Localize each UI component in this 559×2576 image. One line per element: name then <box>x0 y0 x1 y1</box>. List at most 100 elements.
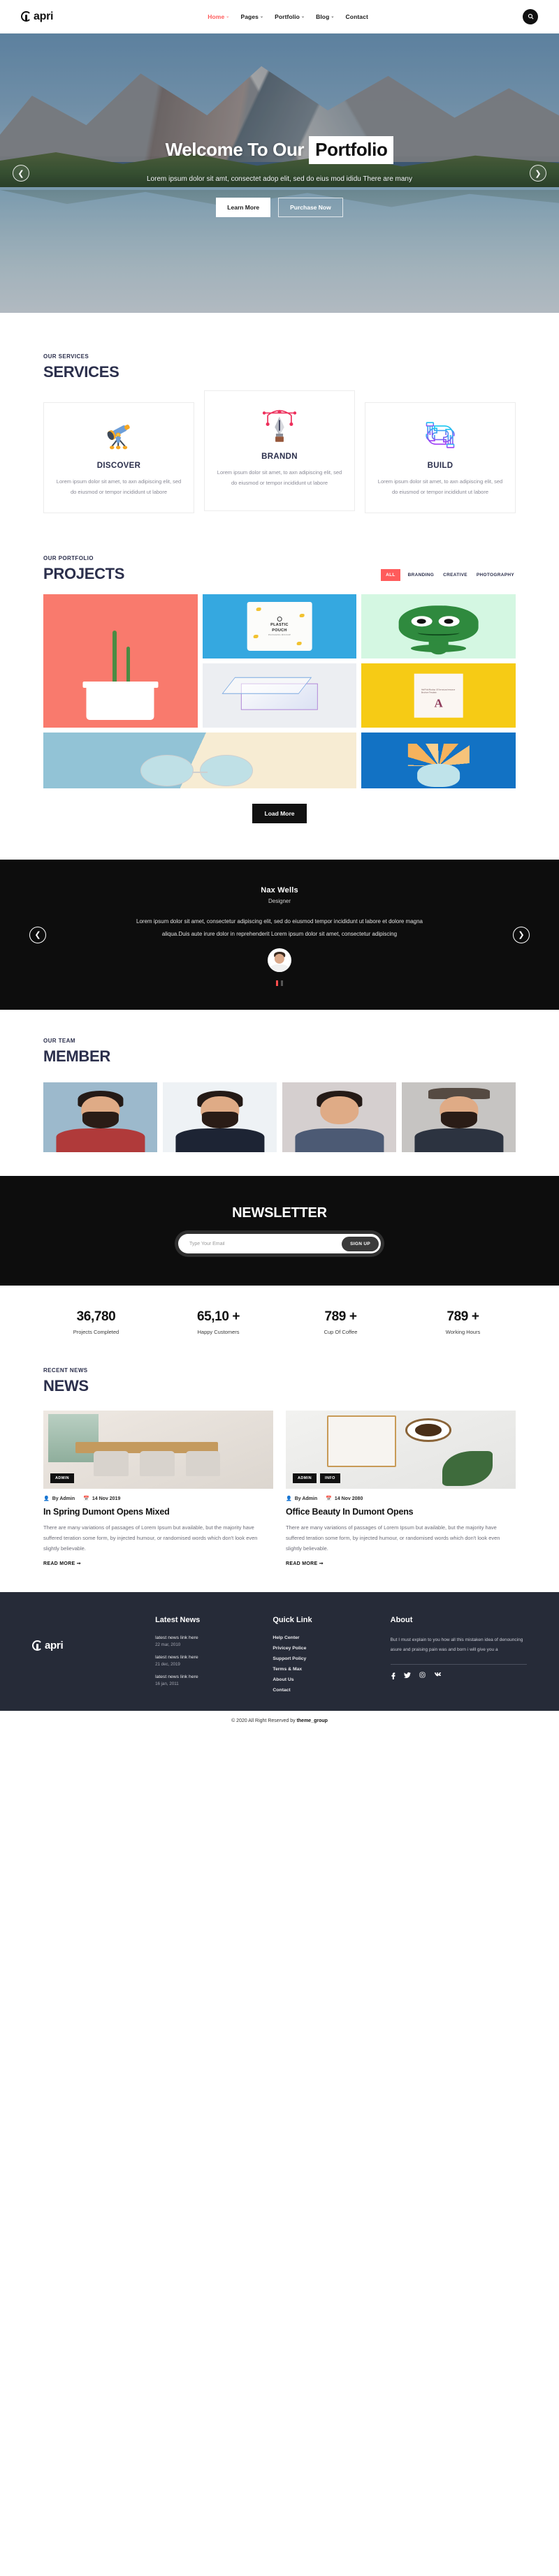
news-meta-1: 👤 By Admin 📅 14 Nov 2019 <box>43 1496 273 1502</box>
filter-creative[interactable]: CREATIVE <box>442 569 469 581</box>
news-author-1: 👤 By Admin <box>43 1496 75 1502</box>
footer-news-item-1[interactable]: latest news link here 22 mar, 2010 <box>155 1635 264 1647</box>
vk-icon[interactable] <box>434 1672 442 1679</box>
search-icon[interactable] <box>523 8 538 24</box>
counter-happy-customers: 65,10 + Happy Customers <box>157 1309 280 1335</box>
portfolio-item-green-monster[interactable] <box>361 594 516 658</box>
filter-photography[interactable]: PHOTOGRAPHY <box>475 569 516 581</box>
logo-mark-icon <box>21 11 31 22</box>
news-headline-2: Office Beauty In Dumont Opens <box>286 1507 414 1517</box>
footer-news-title: latest news link here <box>155 1635 198 1641</box>
newsletter-form: SIGN UP <box>178 1234 381 1254</box>
team-member-1[interactable] <box>43 1082 157 1153</box>
twitter-icon[interactable] <box>403 1672 411 1679</box>
facebook-icon[interactable] <box>391 1672 395 1679</box>
footer-link-terms-max[interactable]: Terms & Max <box>273 1667 382 1672</box>
counter-value: 789 + <box>447 1309 479 1325</box>
footer-news-item-2[interactable]: latest news link here 21 dec, 2019 <box>155 1655 264 1667</box>
projects-heading-block: OUR PORTFOLIO PROJECTS <box>43 555 124 583</box>
news-author-label: By Admin <box>52 1496 75 1501</box>
nav-item-portfolio[interactable]: Portfolio ⌄ <box>275 13 305 20</box>
testimonial-section: ❮ ❯ Nax Wells Designer Lorem ipsum dolor… <box>0 860 559 1010</box>
footer-news-date: 16 jan, 2011 <box>155 1681 179 1687</box>
footer-news-item-3[interactable]: latest news link here 16 jan, 2011 <box>155 1675 264 1686</box>
pouch-package: PLASTIC POUCH PACKAGING MOCKUP <box>247 602 312 651</box>
footer-social-links <box>391 1672 527 1679</box>
service-card-build[interactable]: BUILD Lorem ipsum dolor sit amet, to axn… <box>365 402 516 513</box>
footer-about-text: But I must explain to you how all this m… <box>390 1637 523 1653</box>
counter-value: 65,10 + <box>196 1309 240 1325</box>
news-card-1[interactable]: ADMIN 👤 By Admin 📅 14 Nov 2019 In Spring… <box>43 1411 273 1568</box>
nav-item-home[interactable]: Home ⌄ <box>208 13 229 20</box>
nav-item-pages[interactable]: Pages ⌄ <box>240 13 263 20</box>
portfolio-item-round-sunglasses[interactable] <box>43 733 357 788</box>
portfolio-item-blue-pineapple[interactable] <box>361 733 516 788</box>
portfolio-item-letter-a-brochure[interactable]: Half Fold Mockup US format psd resource … <box>361 663 516 728</box>
calendar-icon: 📅 <box>83 1496 89 1502</box>
counter-value: 789 + <box>324 1309 357 1325</box>
news-card-2[interactable]: ADMIN INFO 👤 By Admin 📅 14 Nov 2080 Offi… <box>286 1411 516 1568</box>
filter-all[interactable]: ALL <box>381 569 400 581</box>
portfolio-item-glass-cube[interactable] <box>202 663 357 728</box>
copyright-bar: © 2020 All Right Reserved by theme_group <box>0 1711 559 1732</box>
purchase-now-button[interactable]: Purchase Now <box>278 198 343 218</box>
portfolio-grid: PLASTIC POUCH PACKAGING MOCKUP Half Fold… <box>43 594 516 788</box>
pagination-dot-1[interactable] <box>276 980 278 987</box>
badge-admin: ADMIN <box>50 1473 75 1484</box>
newsletter-email-input[interactable] <box>189 1241 342 1246</box>
portfolio-item-plastic-pouch[interactable]: PLASTIC POUCH PACKAGING MOCKUP <box>202 594 357 658</box>
nav-item-blog[interactable]: Blog ⌄ <box>316 13 334 20</box>
testimonial-prev-arrow[interactable]: ❮ <box>29 926 46 943</box>
footer-link-about-us[interactable]: About Us <box>273 1677 382 1682</box>
brochure-letter-a: A <box>434 696 443 710</box>
footer-logo[interactable]: apri <box>32 1640 147 1651</box>
team-member-3[interactable] <box>282 1082 396 1153</box>
hero-prev-arrow[interactable]: ❮ <box>13 165 29 182</box>
hero-title-part1: Welcome To Our <box>165 139 305 161</box>
footer-link-contact[interactable]: Contact <box>273 1688 382 1693</box>
counter-value: 36,780 <box>76 1309 116 1325</box>
service-desc-brandn: Lorem ipsum dolor sit amet, to axn adipi… <box>217 469 342 486</box>
service-card-brandn[interactable]: BRANDN Lorem ipsum dolor sit amet, to ax… <box>204 390 355 511</box>
services-section: OUR SERVICES SERVICES DISCOVER Lorem ips… <box>0 313 559 538</box>
service-desc-discover: Lorem ipsum dolor sit amet, to axn adipi… <box>56 478 182 495</box>
projects-eyebrow: OUR PORTFOLIO <box>43 555 94 561</box>
testimonial-quote: Lorem ipsum dolor sit amet, consectetur … <box>136 918 423 937</box>
team-member-4[interactable] <box>402 1082 516 1153</box>
footer-news-date: 21 dec, 2019 <box>155 1662 180 1668</box>
site-logo[interactable]: apri <box>21 10 53 23</box>
footer-link-support-policy[interactable]: Support Policy <box>273 1656 382 1661</box>
newsletter-signup-button[interactable]: SIGN UP <box>342 1236 379 1251</box>
testimonial-next-arrow[interactable]: ❯ <box>513 926 530 943</box>
service-card-discover[interactable]: DISCOVER Lorem ipsum dolor sit amet, to … <box>43 402 194 513</box>
news-meta-2: 👤 By Admin 📅 14 Nov 2080 <box>286 1496 516 1502</box>
team-member-2[interactable] <box>163 1082 277 1153</box>
copyright-brand: theme_group <box>296 1718 328 1724</box>
news-image-clipboard <box>327 1415 396 1467</box>
news-headline-1: In Spring Dumont Opens Mixed <box>43 1507 170 1517</box>
read-more-link-1[interactable]: READ MORE ➞ <box>43 1561 81 1566</box>
news-grid: ADMIN 👤 By Admin 📅 14 Nov 2019 In Spring… <box>43 1411 516 1568</box>
badge-admin: ADMIN <box>293 1473 317 1484</box>
hero-next-arrow[interactable]: ❯ <box>530 165 546 182</box>
site-header: apri Home ⌄ Pages ⌄ Portfolio ⌄ Blog ⌄ C… <box>0 0 559 34</box>
news-image-coffee-cup <box>405 1418 451 1442</box>
service-name-brandn: BRANDN <box>261 452 298 461</box>
chevron-down-icon: ⌄ <box>226 15 230 19</box>
hero-banner: ❮ ❯ Welcome To Our Portfolio Lorem ipsum… <box>0 34 559 313</box>
footer-latest-news-heading: Latest News <box>155 1616 201 1625</box>
read-more-link-2[interactable]: READ MORE ➞ <box>286 1561 324 1566</box>
pagination-dot-2[interactable] <box>281 980 283 987</box>
chevron-down-icon: ⌄ <box>331 15 335 19</box>
filter-branding[interactable]: BRANDING <box>407 569 435 581</box>
load-more-button[interactable]: Load More <box>252 804 307 823</box>
instagram-icon[interactable] <box>419 1672 426 1679</box>
news-author-2: 👤 By Admin <box>286 1496 317 1502</box>
badge-info: INFO <box>320 1473 340 1484</box>
footer-link-help-center[interactable]: Help Center <box>273 1635 382 1640</box>
nav-item-contact[interactable]: Contact <box>346 13 368 20</box>
footer-link-privicey-police[interactable]: Privicey Police <box>273 1646 382 1651</box>
portfolio-item-cactus-pot[interactable] <box>43 594 198 728</box>
chevron-down-icon: ⌄ <box>300 15 305 19</box>
learn-more-button[interactable]: Learn More <box>216 198 271 218</box>
